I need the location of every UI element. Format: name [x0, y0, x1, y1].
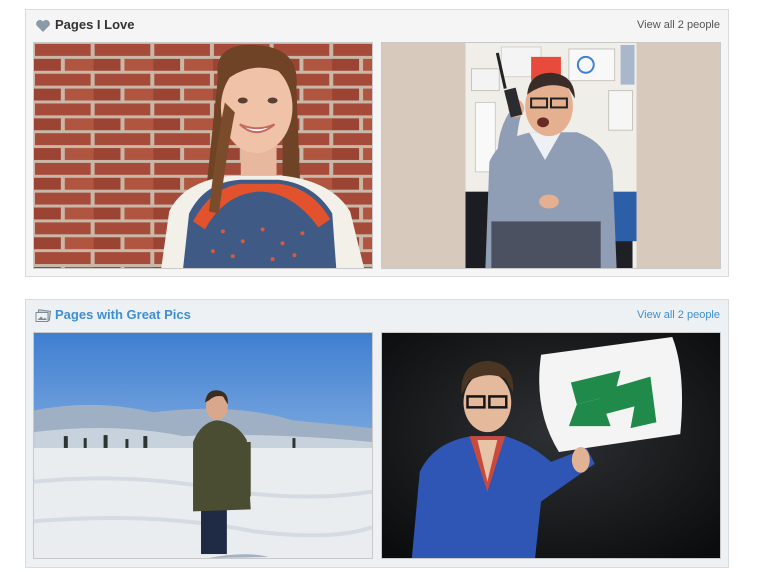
section-pages-i-love: Pages I Love View all 2 people: [25, 9, 729, 277]
woman-brick-wall-photo[interactable]: [33, 42, 373, 269]
section-title: Pages I Love: [55, 17, 135, 32]
view-all-link[interactable]: View all 2 people: [637, 309, 720, 322]
man-walkie-talkie-photo[interactable]: [381, 42, 721, 269]
section-header: Pages with Great Pics View all 2 people: [26, 300, 728, 332]
man-arrow-pillow-photo[interactable]: [381, 332, 721, 559]
view-all-link[interactable]: View all 2 people: [637, 19, 720, 32]
photos-icon: [35, 309, 52, 323]
section-header: Pages I Love View all 2 people: [26, 10, 728, 42]
man-snowfield-photo[interactable]: [33, 332, 373, 559]
heart-icon: [35, 19, 51, 33]
section-title: Pages with Great Pics: [55, 307, 191, 322]
section-pages-with-great-pics: Pages with Great Pics View all 2 people: [25, 299, 729, 568]
